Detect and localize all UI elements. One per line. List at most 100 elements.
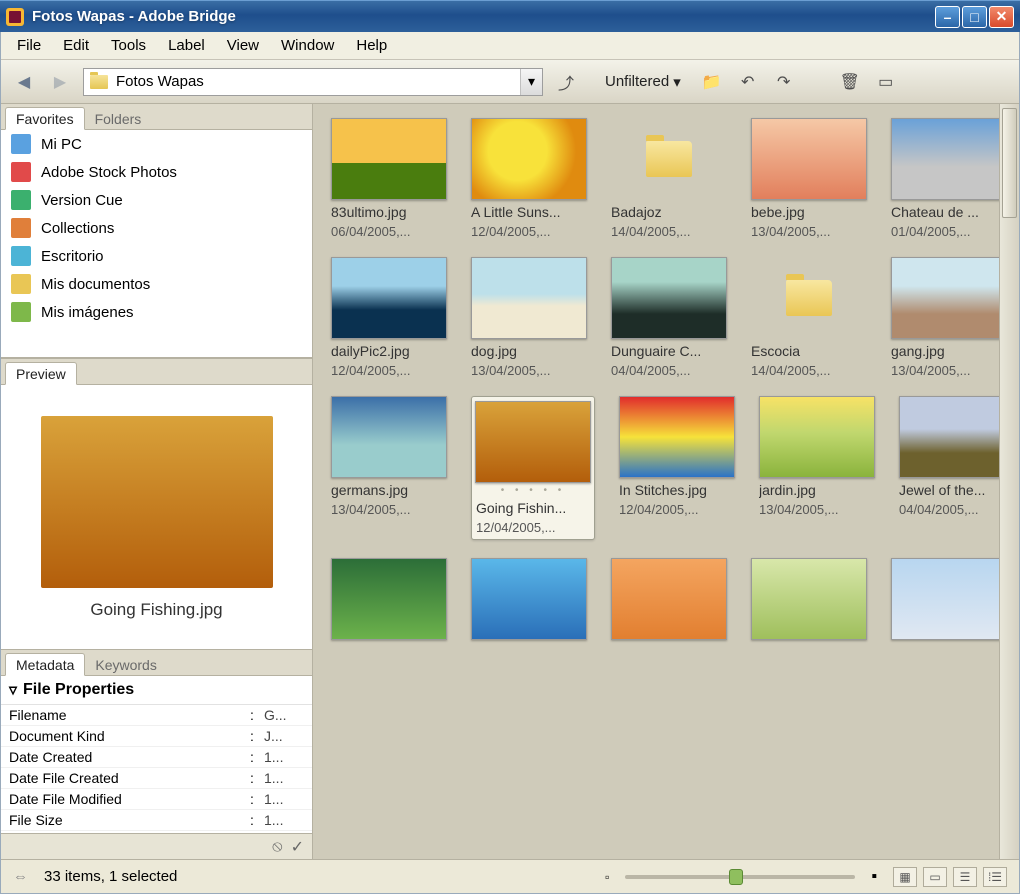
thumbnail[interactable]: Chateau de ...01/04/2005,... [891, 118, 1007, 239]
folder-icon [646, 141, 692, 177]
back-button[interactable]: ◀ [11, 69, 37, 95]
metadata-value: 1... [264, 791, 304, 807]
favorites-label: Mis documentos [41, 276, 150, 293]
thumbnail[interactable]: jardin.jpg13/04/2005,... [759, 396, 875, 540]
metadata-key: File Size [9, 812, 250, 828]
view-details-button[interactable]: ☰ [953, 867, 977, 887]
maximize-button[interactable]: □ [962, 6, 987, 28]
tab-preview[interactable]: Preview [5, 362, 77, 385]
thumbnail-grid[interactable]: 83ultimo.jpg06/04/2005,...A Little Suns.… [313, 104, 1019, 859]
tab-folders[interactable]: Folders [85, 108, 152, 129]
thumbnail[interactable] [331, 558, 447, 648]
thumbnail[interactable]: bebe.jpg13/04/2005,... [751, 118, 867, 239]
favorites-item[interactable]: Adobe Stock Photos [1, 158, 312, 186]
tab-metadata[interactable]: Metadata [5, 653, 85, 676]
forward-button[interactable]: ▶ [47, 69, 73, 95]
metadata-key: Filename [9, 707, 250, 723]
status-text: 33 items, 1 selected [44, 868, 177, 885]
thumbnail[interactable] [751, 558, 867, 648]
metadata-key: Date File Modified [9, 791, 250, 807]
thumbnail-date: 14/04/2005,... [751, 363, 867, 378]
thumbnail-date: 12/04/2005,... [619, 502, 735, 517]
thumbnail[interactable] [891, 558, 1007, 648]
menu-tools[interactable]: Tools [101, 33, 156, 58]
chevron-down-icon: ▾ [673, 73, 681, 91]
trash-button[interactable]: 🗑 [837, 69, 863, 95]
thumbnail-folder [611, 118, 727, 200]
thumbnail-image [471, 558, 587, 640]
view-thumbnails-button[interactable]: ▦ [893, 867, 917, 887]
favorites-icon [11, 246, 31, 266]
thumbnail[interactable] [611, 558, 727, 648]
thumbnail[interactable]: dog.jpg13/04/2005,... [471, 257, 587, 378]
thumbnail-name: gang.jpg [891, 343, 1007, 359]
metadata-row: Filename: G... [1, 705, 312, 726]
menu-file[interactable]: File [7, 33, 51, 58]
thumbnail-image [331, 257, 447, 339]
metadata-row: Date Created: 1... [1, 747, 312, 768]
menu-edit[interactable]: Edit [53, 33, 99, 58]
favorites-item[interactable]: Escritorio [1, 242, 312, 270]
thumbnail[interactable]: Escocia14/04/2005,... [751, 257, 867, 378]
metadata-row: File Size: 1... [1, 810, 312, 831]
up-folder-button[interactable]: ⤴ [553, 69, 579, 95]
thumbnail[interactable] [471, 558, 587, 648]
view-filmstrip-button[interactable]: ▭ [923, 867, 947, 887]
menu-view[interactable]: View [217, 33, 269, 58]
menu-help[interactable]: Help [346, 33, 397, 58]
favorites-item[interactable]: Mis documentos [1, 270, 312, 298]
thumbnail[interactable]: Dunguaire C...04/04/2005,... [611, 257, 727, 378]
metadata-key: Date Created [9, 749, 250, 765]
thumbnail[interactable]: 83ultimo.jpg06/04/2005,... [331, 118, 447, 239]
thumbnail[interactable]: dailyPic2.jpg12/04/2005,... [331, 257, 447, 378]
close-button[interactable]: ✕ [989, 6, 1014, 28]
thumbnail[interactable]: Badajoz14/04/2005,... [611, 118, 727, 239]
thumb-small-icon[interactable]: ▫ [605, 870, 609, 884]
favorites-item[interactable]: Collections [1, 214, 312, 242]
thumbnail[interactable]: Jewel of the...04/04/2005,... [899, 396, 1015, 540]
metadata-section-header[interactable]: ▿ File Properties [1, 676, 312, 705]
compact-mode-button[interactable]: ▭ [873, 69, 899, 95]
tab-favorites[interactable]: Favorites [5, 107, 85, 130]
thumbnail[interactable]: In Stitches.jpg12/04/2005,... [619, 396, 735, 540]
rotate-left-button[interactable]: ↶ [735, 69, 761, 95]
filter-dropdown[interactable]: Unfiltered ▾ [605, 73, 681, 91]
rotate-right-button[interactable]: ↷ [771, 69, 797, 95]
collapse-icon: ▿ [9, 680, 17, 700]
favorites-item[interactable]: Mi PC [1, 130, 312, 158]
favorites-label: Collections [41, 220, 114, 237]
cancel-icon[interactable]: ⦸ [272, 838, 282, 856]
thumbnail[interactable]: germans.jpg13/04/2005,... [331, 396, 447, 540]
minimize-button[interactable]: – [935, 6, 960, 28]
thumbnail-size-slider[interactable] [625, 875, 855, 879]
menu-window[interactable]: Window [271, 33, 344, 58]
thumbnail-image [891, 118, 1007, 200]
metadata-value: 1... [264, 812, 304, 828]
scrollbar[interactable] [999, 104, 1019, 859]
favorites-list: Mi PCAdobe Stock PhotosVersion Cue Collec… [1, 130, 312, 358]
path-dropdown[interactable]: Fotos Wapas ▾ [83, 68, 543, 96]
rating-dots[interactable]: • • • • • [476, 485, 590, 496]
resize-handle-icon[interactable]: ⇔ [13, 868, 28, 885]
favorites-item[interactable]: Mis imágenes [1, 298, 312, 326]
favorites-item[interactable]: Version Cue [1, 186, 312, 214]
folder-icon [786, 280, 832, 316]
thumbnail-image [891, 558, 1007, 640]
view-versions-button[interactable]: ⁞☰ [983, 867, 1007, 887]
thumbnail[interactable]: gang.jpg13/04/2005,... [891, 257, 1007, 378]
thumbnail-date: 13/04/2005,... [751, 224, 867, 239]
slider-knob[interactable] [729, 869, 743, 885]
thumbnail-image [751, 558, 867, 640]
menu-label[interactable]: Label [158, 33, 215, 58]
scrollbar-thumb[interactable] [1002, 108, 1017, 218]
chevron-down-icon[interactable]: ▾ [520, 69, 542, 95]
thumb-large-icon[interactable]: ▪ [871, 868, 877, 886]
apply-icon[interactable]: ✓ [291, 837, 304, 857]
favorites-label: Escritorio [41, 248, 104, 265]
menubar: File Edit Tools Label View Window Help [1, 32, 1019, 60]
favorites-label: Mis imágenes [41, 304, 134, 321]
tab-keywords[interactable]: Keywords [85, 654, 166, 675]
new-folder-button[interactable]: 📁 [699, 69, 725, 95]
thumbnail[interactable]: • • • • •Going Fishin...12/04/2005,... [471, 396, 595, 540]
thumbnail[interactable]: A Little Suns...12/04/2005,... [471, 118, 587, 239]
